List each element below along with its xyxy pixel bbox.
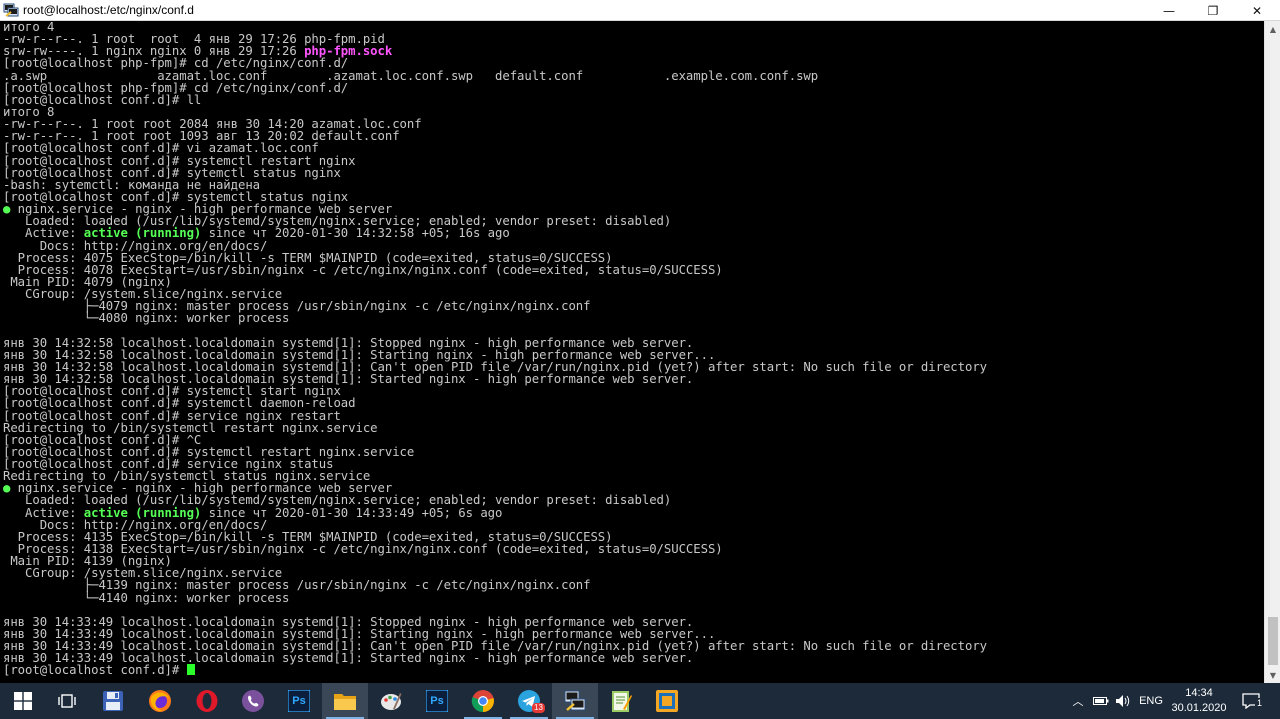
terminal-line: Process: 4078 ExecStart=/usr/sbin/nginx … bbox=[3, 264, 1264, 276]
minimize-button[interactable]: — bbox=[1146, 0, 1192, 21]
opera-icon bbox=[196, 690, 218, 712]
palette-icon bbox=[381, 693, 402, 710]
taskbar-app-putty[interactable] bbox=[552, 683, 598, 719]
photoshop-label: Ps bbox=[292, 695, 306, 707]
taskbar-app-photoshop-2[interactable]: Ps bbox=[414, 683, 460, 719]
terminal-line: └─4140 nginx: worker process bbox=[3, 590, 1264, 605]
terminal-line: └─4080 nginx: worker process bbox=[3, 312, 1264, 324]
battery-icon bbox=[1093, 697, 1109, 705]
taskbar-app-filezilla[interactable] bbox=[644, 683, 690, 719]
folder-icon bbox=[334, 694, 356, 710]
viber-icon bbox=[242, 690, 264, 712]
telegram-unread-badge: 13 bbox=[532, 703, 545, 713]
volume-button[interactable] bbox=[1112, 683, 1134, 719]
scroll-down-arrow-icon[interactable]: ▼ bbox=[1265, 667, 1280, 683]
taskbar-app-notepad[interactable] bbox=[598, 683, 644, 719]
terminal-text: └─4140 nginx: worker process bbox=[3, 590, 290, 605]
volume-icon bbox=[1116, 695, 1130, 707]
window-title: root@localhost:/etc/nginx/conf.d bbox=[23, 3, 194, 17]
terminal-line: [root@localhost conf.d]# bbox=[3, 663, 1264, 678]
floppy-disk-icon bbox=[103, 691, 123, 711]
maximize-button[interactable]: ❐ bbox=[1190, 0, 1236, 21]
minimize-icon: — bbox=[1163, 3, 1175, 18]
taskbar-app-opera[interactable] bbox=[184, 683, 230, 719]
terminal-line: янв 30 14:33:49 localhost.localdomain sy… bbox=[3, 652, 1264, 664]
clock-time: 14:34 bbox=[1185, 687, 1213, 699]
terminal-output[interactable]: итого 4 -rw-r--r--. 1 root root 4 янв 29 … bbox=[0, 21, 1264, 683]
battery-button[interactable] bbox=[1090, 683, 1112, 719]
window-titlebar: root@localhost:/etc/nginx/conf.d bbox=[0, 0, 1280, 21]
taskbar-app-paint[interactable] bbox=[368, 683, 414, 719]
task-view-button[interactable] bbox=[44, 683, 90, 719]
windows-logo-icon bbox=[14, 692, 32, 710]
maximize-icon: ❐ bbox=[1207, 3, 1219, 18]
scroll-up-arrow-icon[interactable]: ▲ bbox=[1265, 21, 1280, 37]
taskbar-app-explorer[interactable] bbox=[322, 683, 368, 719]
terminal-line: [root@localhost conf.d]# ll bbox=[3, 94, 1264, 106]
chrome-icon bbox=[471, 690, 494, 713]
notifications-count-badge: 1 bbox=[1255, 698, 1265, 708]
taskbar-app-save[interactable] bbox=[90, 683, 136, 719]
notepad-icon bbox=[612, 691, 632, 712]
start-button[interactable] bbox=[0, 683, 46, 719]
terminal-cursor bbox=[186, 664, 195, 676]
terminal-line: Process: 4138 ExecStart=/usr/sbin/nginx … bbox=[3, 543, 1264, 555]
terminal-text: [root@localhost conf.d]# bbox=[3, 663, 187, 678]
clock-date: 30.01.2020 bbox=[1171, 702, 1227, 714]
clock-button[interactable]: 14:34 30.01.2020 bbox=[1168, 683, 1230, 719]
firefox-icon bbox=[149, 690, 171, 712]
photoshop-label: Ps bbox=[430, 695, 444, 707]
putty-icon[interactable] bbox=[3, 2, 19, 18]
filezilla-icon bbox=[656, 690, 678, 712]
terminal-scrollbar[interactable]: ▲ ▼ bbox=[1264, 21, 1280, 683]
terminal-text: └─4080 nginx: worker process bbox=[3, 311, 290, 326]
chevron-up-icon: ︿ bbox=[1072, 695, 1084, 708]
task-view-icon bbox=[58, 694, 76, 708]
close-button[interactable]: ✕ bbox=[1234, 0, 1280, 21]
language-label: ENG bbox=[1139, 695, 1163, 707]
putty-icon bbox=[564, 690, 586, 711]
taskbar-app-viber[interactable] bbox=[230, 683, 276, 719]
scroll-thumb[interactable] bbox=[1268, 617, 1278, 665]
taskbar-app-photoshop-1[interactable]: Ps bbox=[276, 683, 322, 719]
close-icon: ✕ bbox=[1251, 3, 1263, 18]
tray-overflow-button[interactable]: ︿ bbox=[1068, 683, 1088, 719]
language-indicator[interactable]: ENG bbox=[1136, 683, 1166, 719]
notifications-button[interactable]: 1 bbox=[1236, 683, 1266, 719]
taskbar-app-chrome[interactable] bbox=[460, 683, 506, 719]
taskbar-app-firefox[interactable] bbox=[137, 683, 183, 719]
taskbar: Ps Ps 13 ︿ ENG 14:34 30.01.2020 1 bbox=[0, 683, 1280, 719]
taskbar-app-telegram[interactable]: 13 bbox=[506, 683, 552, 719]
